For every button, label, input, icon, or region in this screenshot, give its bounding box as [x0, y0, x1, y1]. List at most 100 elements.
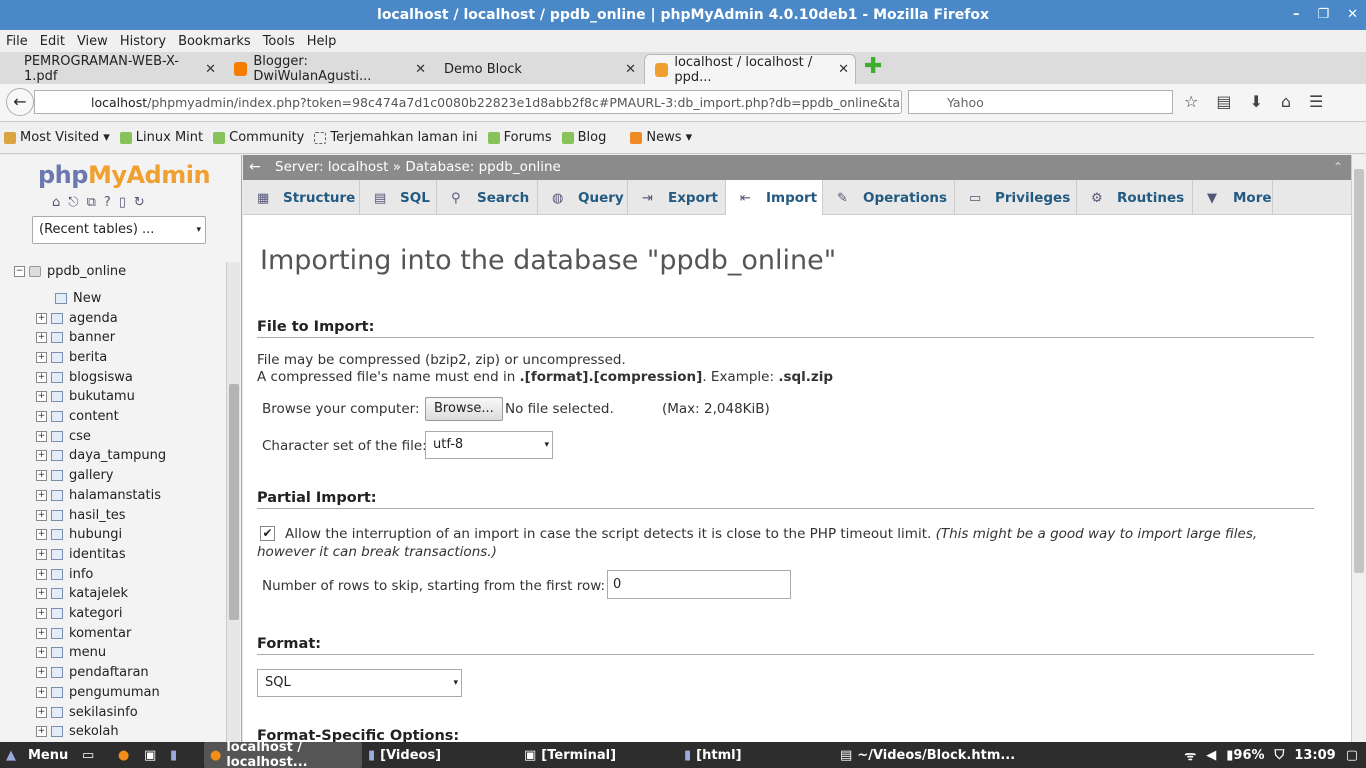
bookmark-blog[interactable]: Blog: [561, 130, 606, 145]
menu-file[interactable]: File: [6, 34, 28, 49]
volume-icon[interactable]: ◀: [1206, 748, 1216, 763]
scrollbar-thumb[interactable]: [1354, 169, 1364, 573]
tree-table-blogsiswa[interactable]: + blogsiswa: [36, 367, 133, 387]
task-firefox[interactable]: ● localhost / localhost...: [204, 740, 362, 768]
start-menu-button[interactable]: ▲ Menu: [6, 742, 68, 768]
tree-table-info[interactable]: + info: [36, 564, 93, 584]
tree-table-kategori[interactable]: + kategori: [36, 604, 123, 624]
tab-sql[interactable]: ▤ SQL: [360, 180, 437, 215]
skip-rows-input[interactable]: 0: [607, 570, 791, 599]
menu-help[interactable]: Help: [307, 34, 337, 49]
bookmark-star-icon[interactable]: ☆: [1184, 92, 1198, 111]
tree-table-pengumuman[interactable]: + pengumuman: [36, 682, 160, 702]
bookmarks-list-icon[interactable]: ▤: [1216, 92, 1231, 111]
scrollbar-thumb[interactable]: [229, 384, 239, 620]
close-tab-icon[interactable]: ✕: [625, 62, 636, 77]
expand-icon[interactable]: +: [36, 647, 47, 659]
tree-table-hubungi[interactable]: + hubungi: [36, 525, 122, 545]
files-launcher-icon[interactable]: ▮: [170, 742, 177, 768]
expand-icon[interactable]: +: [36, 667, 47, 679]
charset-select[interactable]: utf-8 ▾: [425, 431, 553, 459]
bookmark-news[interactable]: News ▾: [630, 130, 692, 145]
tab-phpmyadmin[interactable]: localhost / localhost / ppd... ✕: [644, 54, 856, 85]
bookmark-linux-mint[interactable]: Linux Mint: [119, 130, 203, 145]
terminal-launcher-icon[interactable]: ▣: [144, 742, 156, 768]
tree-table-gallery[interactable]: + gallery: [36, 466, 113, 486]
bookmark-community[interactable]: Community: [213, 130, 304, 145]
expand-icon[interactable]: +: [36, 391, 47, 403]
tab-structure[interactable]: ▦ Structure: [243, 180, 360, 215]
tree-table-content[interactable]: + content: [36, 407, 119, 427]
menu-view[interactable]: View: [77, 34, 108, 49]
url-bar[interactable]: localhost/phpmyadmin/index.php?token=98c…: [34, 90, 902, 114]
collapse-icon[interactable]: ⌃: [1333, 155, 1343, 180]
expand-icon[interactable]: +: [36, 706, 47, 718]
tree-table-halamanstatis[interactable]: + halamanstatis: [36, 485, 161, 505]
tree-table-menu[interactable]: + menu: [36, 643, 106, 663]
expand-icon[interactable]: +: [36, 332, 47, 344]
task-html[interactable]: ▮ [html]: [684, 742, 742, 768]
expand-icon[interactable]: +: [36, 608, 47, 619]
tab-operations[interactable]: ✎ Operations: [823, 180, 955, 215]
home-icon[interactable]: ⌂: [52, 195, 60, 210]
close-tab-icon[interactable]: ✕: [838, 62, 849, 77]
main-scrollbar[interactable]: [1351, 155, 1366, 742]
tree-table-katajelek[interactable]: + katajelek: [36, 584, 128, 604]
expand-icon[interactable]: +: [36, 411, 47, 422]
show-desktop-icon[interactable]: ▭: [82, 742, 94, 768]
breadcrumb-server[interactable]: Server: localhost: [275, 159, 388, 175]
tree-table-bukutamu[interactable]: + bukutamu: [36, 387, 135, 407]
firefox-launcher-icon[interactable]: ●: [118, 742, 129, 768]
query-window-icon[interactable]: ⧉: [87, 195, 96, 210]
collapse-nav-arrow-icon[interactable]: ←: [249, 155, 261, 180]
close-window-icon[interactable]: ✕: [1347, 0, 1358, 30]
expand-icon[interactable]: +: [36, 568, 47, 580]
tree-table-sekolah[interactable]: + sekolah: [36, 722, 119, 742]
expand-icon[interactable]: +: [36, 430, 47, 442]
tab-export[interactable]: ⇥ Export: [628, 180, 726, 215]
task-block-html[interactable]: ▤ ~/Videos/Block.htm...: [840, 742, 1015, 768]
bookmark-most-visited[interactable]: Most Visited ▾: [4, 130, 110, 145]
tree-table-sekilasinfo[interactable]: + sekilasinfo: [36, 702, 138, 722]
clock[interactable]: 13:09: [1294, 748, 1335, 763]
tab-search[interactable]: ⚲ Search: [437, 180, 538, 215]
minimize-icon[interactable]: –: [1293, 0, 1300, 30]
tree-table-identitas[interactable]: + identitas: [36, 544, 126, 564]
bookmark-terjemahkan[interactable]: Terjemahkan laman ini: [314, 130, 478, 145]
menu-bookmarks[interactable]: Bookmarks: [178, 34, 251, 49]
docs-icon[interactable]: ▯: [119, 195, 126, 210]
close-tab-icon[interactable]: ✕: [415, 62, 426, 77]
menu-tools[interactable]: Tools: [263, 34, 295, 49]
tab-demo-block[interactable]: Demo Block ✕: [434, 54, 642, 84]
tree-table-hasil_tes[interactable]: + hasil_tes: [36, 505, 126, 525]
phpmyadmin-logo[interactable]: phpMyAdmin: [38, 161, 211, 189]
tree-new-table[interactable]: New: [40, 288, 101, 308]
expand-icon[interactable]: +: [36, 351, 47, 363]
new-tab-plus-icon[interactable]: ✚: [864, 56, 882, 78]
expand-icon[interactable]: +: [36, 726, 47, 738]
logout-icon[interactable]: ⎋: [68, 195, 78, 210]
expand-icon[interactable]: +: [36, 312, 47, 324]
collapse-icon[interactable]: −: [14, 266, 25, 277]
downloads-icon[interactable]: ⬇: [1249, 92, 1262, 111]
search-bar[interactable]: Yahoo: [908, 90, 1173, 114]
tree-table-cse[interactable]: + cse: [36, 426, 91, 446]
expand-icon[interactable]: +: [36, 529, 47, 541]
reload-icon[interactable]: ↻: [134, 195, 145, 210]
menu-history[interactable]: History: [120, 34, 166, 49]
task-videos[interactable]: ▮ [Videos]: [368, 742, 441, 768]
nav-panel-scrollbar[interactable]: [226, 262, 240, 742]
tree-database-ppdb-online[interactable]: − ppdb_online: [14, 264, 126, 279]
expand-icon[interactable]: +: [36, 627, 47, 639]
notifications-icon[interactable]: ▢: [1346, 748, 1358, 763]
expand-icon[interactable]: +: [36, 371, 47, 383]
expand-icon[interactable]: +: [36, 470, 47, 482]
tree-table-komentar[interactable]: + komentar: [36, 623, 131, 643]
task-terminal[interactable]: ▣ [Terminal]: [524, 742, 616, 768]
tab-privileges[interactable]: ▭ Privileges: [955, 180, 1077, 215]
wifi-icon[interactable]: ᯤ: [1184, 746, 1196, 764]
menu-edit[interactable]: Edit: [40, 34, 65, 49]
battery-indicator[interactable]: ▮96%: [1226, 748, 1264, 763]
close-tab-icon[interactable]: ✕: [205, 62, 216, 77]
expand-icon[interactable]: +: [36, 588, 47, 600]
